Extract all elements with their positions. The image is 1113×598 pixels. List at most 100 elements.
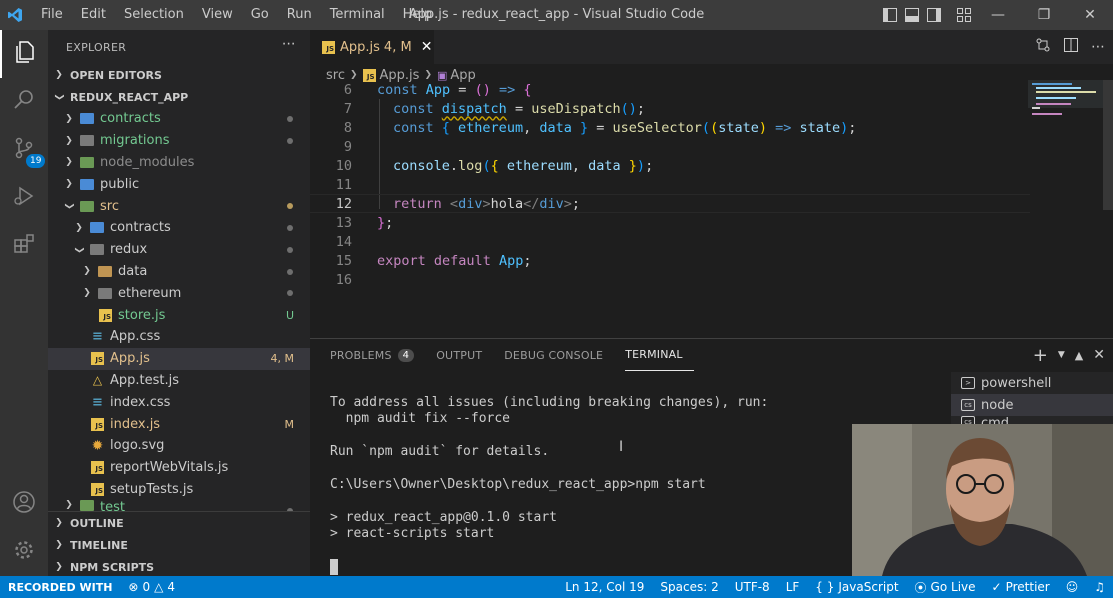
tree-item-contracts[interactable]: ❯ contracts	[48, 108, 310, 130]
chevron-down-icon: ❯	[54, 93, 64, 101]
timeline-section[interactable]: ❯ TIMELINE	[48, 534, 310, 556]
language-mode[interactable]: { } JavaScript	[807, 580, 906, 594]
indentation[interactable]: Spaces: 2	[652, 580, 726, 594]
terminal-item-powershell[interactable]: > powershell	[951, 372, 1113, 394]
code-line: 11	[310, 175, 1030, 194]
chevron-right-icon: ❯	[65, 135, 73, 146]
accounts-activity[interactable]	[0, 480, 48, 528]
close-panel-icon[interactable]: ✕	[1093, 347, 1105, 363]
maximize-panel-icon[interactable]: ▲	[1075, 349, 1083, 362]
javascript-file-icon: JS	[322, 40, 335, 54]
tab-problems[interactable]: PROBLEMS 4	[330, 339, 425, 371]
explorer-activity[interactable]	[0, 30, 48, 78]
minimize-button[interactable]: —	[975, 0, 1021, 30]
toggle-secondary-sidebar-icon[interactable]	[923, 0, 945, 30]
tab-terminal[interactable]: TERMINAL	[625, 339, 694, 371]
chevron-down-icon[interactable]: ▼	[1058, 350, 1065, 360]
open-changes-icon[interactable]	[1035, 37, 1051, 57]
tree-item-label: contracts	[110, 220, 171, 236]
tab-app-js[interactable]: JS App.js 4, M ✕	[310, 30, 434, 64]
line-number: 11	[335, 176, 352, 193]
editor-scrollbar[interactable]	[1103, 80, 1113, 210]
notifications-bell-icon[interactable]: ♫	[1086, 580, 1113, 594]
menu-view[interactable]: View	[193, 0, 242, 30]
folder-icon	[80, 113, 94, 125]
minimap[interactable]	[1028, 80, 1103, 130]
encoding[interactable]: UTF-8	[727, 580, 778, 594]
close-icon[interactable]: ✕	[421, 39, 433, 55]
javascript-file-icon: JS	[99, 308, 112, 322]
braces-icon: { }	[815, 580, 835, 594]
vscode-logo-icon	[0, 0, 30, 30]
tree-item-setup-tests[interactable]: JS setupTests.js	[48, 479, 310, 501]
npm-scripts-section[interactable]: ❯ NPM SCRIPTS	[48, 556, 310, 578]
menu-file[interactable]: File	[32, 0, 72, 30]
chevron-right-icon: ❯	[55, 562, 63, 572]
close-window-button[interactable]: ✕	[1067, 0, 1113, 30]
menu-edit[interactable]: Edit	[72, 0, 115, 30]
javascript-file-icon: JS	[91, 352, 104, 366]
tree-item-label: node_modules	[100, 154, 195, 170]
status-dot	[287, 224, 293, 231]
tab-debug-console[interactable]: DEBUG CONSOLE	[504, 339, 614, 371]
problems-status[interactable]: ⊗ 0 △ 4	[120, 580, 183, 594]
git-status: M	[284, 417, 295, 431]
tree-item-logo-svg[interactable]: ✹ logo.svg	[48, 435, 310, 457]
menu-run[interactable]: Run	[278, 0, 321, 30]
source-control-activity[interactable]: 19	[0, 126, 48, 174]
tree-item-redux[interactable]: ❯ redux	[48, 239, 310, 261]
more-actions-icon[interactable]: ⋯	[282, 36, 296, 52]
tree-item-migrations[interactable]: ❯ migrations	[48, 130, 310, 152]
more-actions-icon[interactable]: ⋯	[1091, 39, 1105, 55]
terminal-item-node[interactable]: cs node	[951, 394, 1113, 416]
outline-section[interactable]: ❯ OUTLINE	[48, 512, 310, 534]
tree-item-index-css[interactable]: ≡ index.css	[48, 391, 310, 413]
tree-item-src[interactable]: ❯ src	[48, 195, 310, 217]
chevron-right-icon: ❯	[65, 113, 73, 124]
feedback-icon[interactable]: ☺	[1058, 580, 1087, 594]
customize-layout-icon[interactable]	[953, 0, 975, 30]
tree-item-store-js[interactable]: JS store.js U	[48, 304, 310, 326]
tab-output[interactable]: OUTPUT	[436, 339, 493, 371]
tree-item-node-modules[interactable]: ❯ node_modules	[48, 152, 310, 174]
new-terminal-icon[interactable]: +	[1033, 345, 1048, 366]
run-debug-activity[interactable]	[0, 174, 48, 222]
toggle-panel-icon[interactable]	[901, 0, 923, 30]
search-activity[interactable]	[0, 78, 48, 126]
menu-terminal[interactable]: Terminal	[321, 0, 394, 30]
section-label: NPM SCRIPTS	[70, 560, 155, 574]
project-section[interactable]: ❯ REDUX_REACT_APP	[48, 86, 310, 108]
restore-button[interactable]: ❐	[1021, 0, 1067, 30]
tree-item-ethereum[interactable]: ❯ ethereum	[48, 282, 310, 304]
tree-item-src-contracts[interactable]: ❯ contracts	[48, 217, 310, 239]
tree-item-label: public	[100, 176, 140, 192]
tree-item-app-js[interactable]: JS App.js 4, M	[48, 347, 310, 370]
cursor-position[interactable]: Ln 12, Col 19	[557, 580, 652, 594]
run-debug-icon	[12, 184, 36, 212]
chevron-down-icon: ❯	[74, 245, 84, 254]
go-live-button[interactable]: ⦿ Go Live	[907, 579, 984, 596]
tree-item-data[interactable]: ❯ data	[48, 261, 310, 283]
menu-go[interactable]: Go	[242, 0, 278, 30]
code-line: 10 console.log({ ethereum, data });	[310, 156, 1030, 175]
split-editor-icon[interactable]	[1063, 37, 1079, 57]
presenter-video	[852, 424, 1113, 576]
menu-help[interactable]: Help	[394, 0, 442, 30]
tree-item-report-web-vitals[interactable]: JS reportWebVitals.js	[48, 457, 310, 479]
tree-item-index-js[interactable]: JS index.js M	[48, 413, 310, 435]
manage-activity[interactable]	[0, 528, 48, 576]
menu-selection[interactable]: Selection	[115, 0, 193, 30]
problems-count-badge: 4	[397, 348, 415, 362]
code-line: 7 const dispatch = useDispatch();	[310, 99, 1030, 118]
extensions-activity[interactable]	[0, 222, 48, 270]
prettier-status[interactable]: ✓ Prettier	[984, 580, 1058, 594]
tree-item-app-test-js[interactable]: △ App.test.js	[48, 370, 310, 392]
tree-item-label: ethereum	[118, 285, 182, 301]
open-editors-section[interactable]: ❯ OPEN EDITORS	[48, 64, 310, 86]
line-ending[interactable]: LF	[778, 580, 808, 594]
tree-item-app-css[interactable]: ≡ App.css	[48, 326, 310, 348]
tree-item-public[interactable]: ❯ public	[48, 173, 310, 195]
toggle-sidebar-icon[interactable]	[879, 0, 901, 30]
code-editor[interactable]: 6 const App = () => { 7 const dispatch =…	[310, 80, 1030, 335]
panel-tabs: PROBLEMS 4 OUTPUT DEBUG CONSOLE TERMINAL	[330, 339, 705, 371]
